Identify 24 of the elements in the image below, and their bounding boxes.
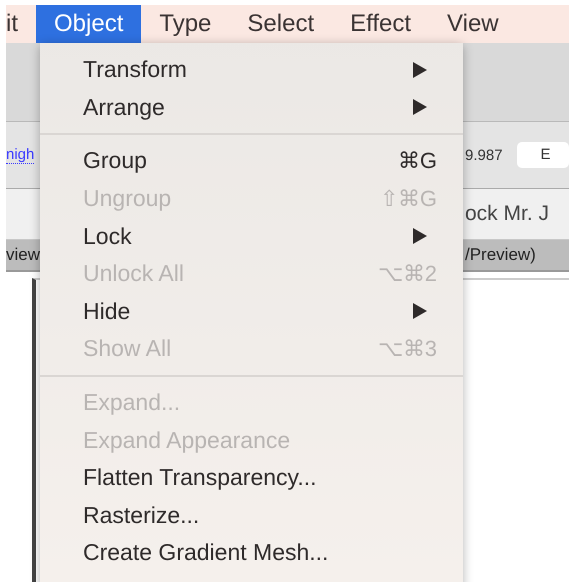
menu-bar-item[interactable]: Effect — [332, 5, 430, 43]
menu-item[interactable]: Hide — [40, 292, 463, 330]
menu-item[interactable]: Lock — [40, 217, 463, 255]
menu-bar-item[interactable]: View — [429, 5, 517, 43]
menu-bar-item[interactable]: Type — [141, 5, 230, 43]
submenu-arrow-icon — [413, 62, 427, 78]
link[interactable]: nigh — [6, 146, 34, 164]
menu-item[interactable]: Flatten Transparency... — [40, 458, 463, 497]
document-tab[interactable]: ock Mr. J — [465, 202, 550, 226]
submenu-arrow-icon — [413, 228, 427, 244]
menu-item[interactable]: Transform — [40, 51, 463, 89]
menu-item[interactable]: Arrange — [40, 88, 463, 126]
menu-bar-item[interactable]: Object — [36, 5, 142, 43]
menu-bar-item[interactable]: it — [6, 5, 36, 43]
submenu-arrow-icon — [413, 99, 427, 116]
submenu-arrow-icon — [413, 303, 427, 320]
menu-item[interactable]: Group ⌘G — [40, 142, 463, 180]
view-label: view — [6, 245, 40, 264]
menu-bar-item[interactable]: Select — [229, 5, 332, 43]
menu-item[interactable]: Create Gradient Mesh... — [40, 534, 463, 572]
value-text: 9.987 — [465, 146, 503, 164]
view-label: /Preview) — [465, 245, 536, 265]
input-field[interactable]: E — [516, 142, 569, 168]
menu-item[interactable]: Rasterize... — [40, 496, 463, 534]
